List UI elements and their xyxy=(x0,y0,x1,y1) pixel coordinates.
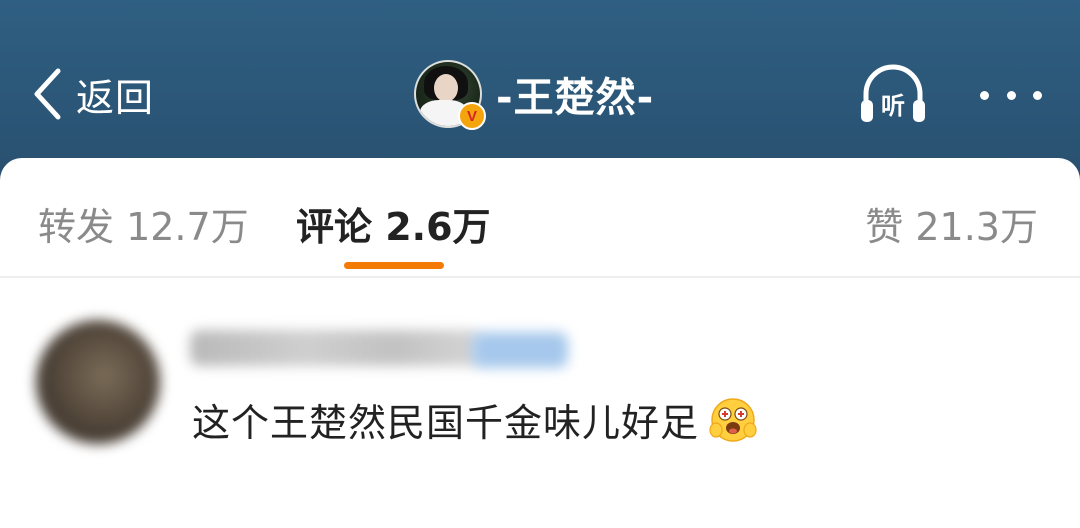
chevron-left-icon xyxy=(34,68,61,120)
active-tab-indicator xyxy=(344,262,444,269)
more-icon-dot xyxy=(980,90,989,100)
page-title: -王楚然- xyxy=(496,75,655,121)
listen-button[interactable]: 听 xyxy=(858,64,928,126)
profile-title[interactable]: V -王楚然- xyxy=(414,59,655,130)
tab-like[interactable]: 赞 21.3万 xyxy=(865,196,1038,251)
back-label: 返回 xyxy=(76,75,155,120)
commenter-badge-redacted xyxy=(472,332,568,368)
tab-comment[interactable]: 评论 2.6万 xyxy=(296,196,491,251)
more-icon-dot xyxy=(1033,90,1042,100)
comment-text: 这个王楚然民国千金味儿好足 xyxy=(192,401,700,445)
back-button[interactable]: 返回 xyxy=(32,66,154,122)
avatar[interactable]: V xyxy=(414,60,486,130)
headphones-icon: 听 xyxy=(861,64,925,122)
more-button[interactable] xyxy=(980,84,1042,106)
listen-label: 听 xyxy=(881,92,905,120)
commenter-name-redacted[interactable] xyxy=(190,330,480,366)
commenter-avatar[interactable] xyxy=(36,320,160,444)
hugging-face-emoji-icon xyxy=(709,397,757,442)
more-icon-dot xyxy=(1006,90,1016,100)
verified-icon: V xyxy=(458,102,486,130)
divider xyxy=(0,276,1080,278)
comment-body: 这个王楚然民国千金味儿好足 xyxy=(192,392,757,447)
top-navigation-bar: 返回 V -王楚然- 听 xyxy=(0,0,1080,182)
tab-bar: 转发 12.7万 评论 2.6万 赞 21.3万 xyxy=(0,158,1080,276)
tab-repost[interactable]: 转发 12.7万 xyxy=(38,196,249,251)
